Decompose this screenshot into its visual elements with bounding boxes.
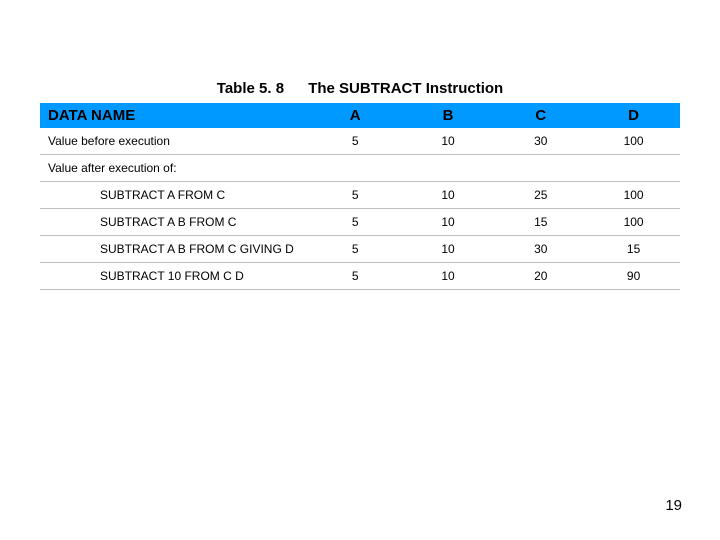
- cell: 5: [309, 182, 402, 209]
- row-label: SUBTRACT A FROM C: [40, 182, 309, 209]
- row-label: Value before execution: [40, 128, 309, 155]
- cell: 20: [494, 263, 587, 290]
- cell: 10: [402, 263, 495, 290]
- table-row: SUBTRACT 10 FROM C D 5 10 20 90: [40, 263, 680, 290]
- row-label: SUBTRACT A B FROM C GIVING D: [40, 236, 309, 263]
- col-a: A: [309, 103, 402, 128]
- cell: 5: [309, 209, 402, 236]
- cell: 100: [587, 209, 680, 236]
- table-row: SUBTRACT A B FROM C 5 10 15 100: [40, 209, 680, 236]
- cell: 30: [494, 128, 587, 155]
- cell: 5: [309, 128, 402, 155]
- cell: 5: [309, 236, 402, 263]
- col-c: C: [494, 103, 587, 128]
- col-d: D: [587, 103, 680, 128]
- cell: 10: [402, 209, 495, 236]
- col-b: B: [402, 103, 495, 128]
- table-header-row: DATA NAME A B C D: [40, 103, 680, 128]
- cell: 5: [309, 263, 402, 290]
- row-label: SUBTRACT A B FROM C: [40, 209, 309, 236]
- table-row: Value after execution of:: [40, 155, 680, 182]
- subtract-table: DATA NAME A B C D Value before execution…: [40, 103, 680, 290]
- cell: 10: [402, 236, 495, 263]
- cell: 25: [494, 182, 587, 209]
- cell: 10: [402, 182, 495, 209]
- slide: Table 5. 8 The SUBTRACT Instruction DATA…: [0, 0, 720, 540]
- cell: 15: [587, 236, 680, 263]
- cell: 90: [587, 263, 680, 290]
- row-label: SUBTRACT 10 FROM C D: [40, 263, 309, 290]
- cell: 15: [494, 209, 587, 236]
- cell: 10: [402, 128, 495, 155]
- table-row: SUBTRACT A FROM C 5 10 25 100: [40, 182, 680, 209]
- cell: 100: [587, 182, 680, 209]
- table-title: The SUBTRACT Instruction: [308, 80, 503, 97]
- col-dataname: DATA NAME: [40, 103, 309, 128]
- table-row: SUBTRACT A B FROM C GIVING D 5 10 30 15: [40, 236, 680, 263]
- table-caption: Table 5. 8 The SUBTRACT Instruction: [40, 80, 680, 97]
- table-row: Value before execution 5 10 30 100: [40, 128, 680, 155]
- section-label: Value after execution of:: [40, 155, 680, 182]
- page-number: 19: [665, 497, 682, 514]
- cell: 100: [587, 128, 680, 155]
- table-number: Table 5. 8: [217, 80, 284, 97]
- cell: 30: [494, 236, 587, 263]
